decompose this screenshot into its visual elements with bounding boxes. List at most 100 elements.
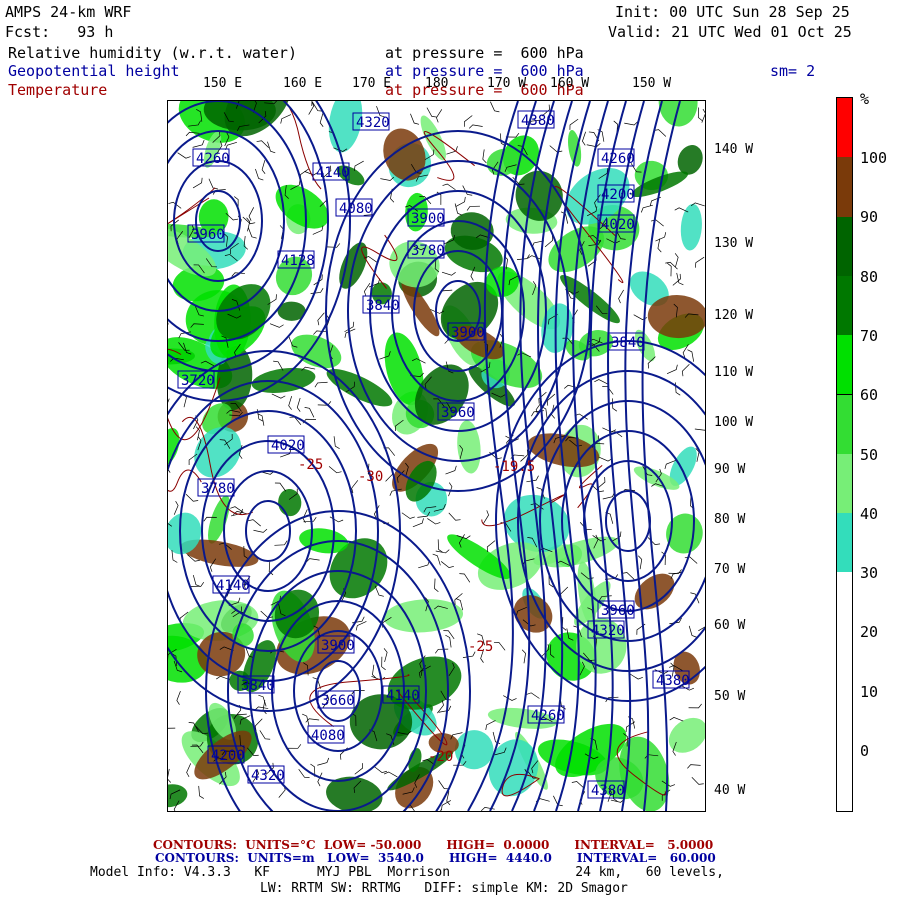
height-label: 4260 — [531, 708, 565, 724]
height-label: 4080 — [339, 201, 373, 217]
wind-barb — [697, 107, 703, 121]
wind-barb — [410, 113, 420, 125]
wind-barb — [667, 262, 672, 277]
height-label: 3960 — [601, 603, 635, 619]
longitude-label: 150 W — [632, 76, 672, 91]
wind-barb — [694, 426, 705, 431]
colorbar — [836, 97, 853, 812]
height-label: 4380 — [521, 113, 555, 129]
wind-barb — [649, 196, 661, 206]
humidity-area — [168, 784, 188, 808]
colorbar-segment — [837, 453, 852, 515]
wind-barb — [247, 227, 257, 239]
wind-barb — [173, 501, 179, 515]
wind-barb — [253, 528, 268, 533]
wind-barb — [248, 207, 255, 221]
wind-barb — [288, 396, 293, 410]
wind-barb — [305, 558, 320, 563]
height-label: 4200 — [601, 187, 635, 203]
map-plot: 4320 4260 4380 4260 4140 4080 4200 4020 3960 3900… — [167, 100, 706, 812]
wind-barb — [328, 466, 342, 474]
longitude-label: 80 W — [714, 512, 746, 527]
wind-barb — [435, 549, 450, 554]
wind-barb — [372, 664, 377, 679]
humidity-area — [680, 203, 702, 251]
height-label: 4260 — [196, 151, 230, 167]
longitude-label: 150 E — [203, 76, 243, 91]
wind-barb — [168, 768, 171, 783]
wind-barb — [248, 519, 261, 527]
wind-barb — [485, 720, 496, 730]
wind-barb — [308, 101, 315, 115]
height-label: 4140 — [216, 578, 250, 594]
wind-barb — [317, 757, 330, 766]
longitude-label: 160 W — [550, 76, 590, 91]
longitude-label: 100 W — [714, 415, 754, 430]
height-label: 3960 — [191, 227, 225, 243]
wind-barb — [624, 121, 639, 126]
height-contour — [605, 490, 651, 552]
wind-barb — [569, 118, 579, 130]
height-label: 4320 — [356, 115, 390, 131]
wind-barb — [185, 494, 199, 502]
wind-barb — [432, 553, 441, 566]
height-label: 4260 — [601, 151, 635, 167]
longitude-label: 130 W — [714, 236, 754, 251]
field-temp: Temperature — [8, 81, 108, 99]
wind-barb — [459, 573, 471, 583]
wind-barb — [681, 363, 690, 377]
temperature-label: -25 — [468, 639, 493, 655]
height-label: 4140 — [316, 165, 350, 181]
wind-barb — [427, 518, 441, 525]
height-label: 4200 — [211, 748, 245, 764]
wind-barb — [192, 140, 205, 148]
longitude-label: 170 E — [352, 76, 392, 91]
temperature-label: -25 — [298, 457, 323, 473]
field-rh: Relative humidity (w.r.t. water) — [8, 44, 297, 62]
colorbar-tick: 100 — [860, 149, 888, 167]
height-label: 4020 — [271, 438, 305, 454]
colorbar-segment — [837, 335, 852, 396]
wind-barb — [666, 364, 678, 374]
wind-barb — [454, 203, 463, 216]
wind-barb — [186, 763, 192, 778]
height-label: 4020 — [601, 217, 635, 233]
colorbar-tick: 60 — [860, 386, 879, 405]
wind-barb — [586, 143, 601, 148]
wind-barb — [468, 124, 483, 129]
wind-barb — [354, 763, 363, 775]
wind-barb — [168, 727, 176, 733]
wind-barb — [190, 582, 205, 587]
height-label: 4128 — [281, 253, 315, 269]
temperature-label: -19.5 — [493, 459, 535, 475]
forecast-hour: Fcst: 93 h — [5, 23, 114, 41]
wind-barb — [287, 744, 302, 749]
height-label: 3900 — [321, 638, 355, 654]
wind-barb — [618, 289, 624, 304]
model-info: Model Info: V4.3.3 KF MYJ PBL Morrison 2… — [90, 865, 724, 880]
height-label: 3720 — [181, 373, 215, 389]
wind-barb — [691, 777, 704, 785]
wind-barb — [437, 539, 443, 553]
wind-barb — [688, 703, 702, 709]
colorbar-segment — [837, 394, 852, 455]
colorbar-tick: 90 — [860, 208, 879, 227]
wind-barb — [657, 238, 662, 253]
valid-time: Valid: 21 UTC Wed 01 Oct 25 — [608, 23, 852, 41]
wind-barb — [401, 512, 415, 519]
colorbar-segment — [837, 157, 852, 218]
smoothing: sm= 2 — [770, 62, 816, 80]
humidity-area — [666, 513, 703, 554]
colorbar-unit: % — [860, 90, 870, 108]
wind-barb — [448, 512, 461, 521]
wind-barb — [333, 436, 340, 449]
longitude-label: 170 W — [487, 76, 527, 91]
height-label: 3780 — [411, 243, 445, 259]
wind-barb — [303, 516, 317, 523]
wind-barb — [259, 730, 271, 740]
map-canvas: 4320 4260 4380 4260 4140 4080 4200 4020 3960 3900… — [168, 101, 705, 811]
wind-barb — [490, 101, 500, 113]
wind-barb — [687, 764, 701, 769]
wind-barb — [383, 771, 398, 778]
longitude-label: 90 W — [714, 462, 746, 477]
